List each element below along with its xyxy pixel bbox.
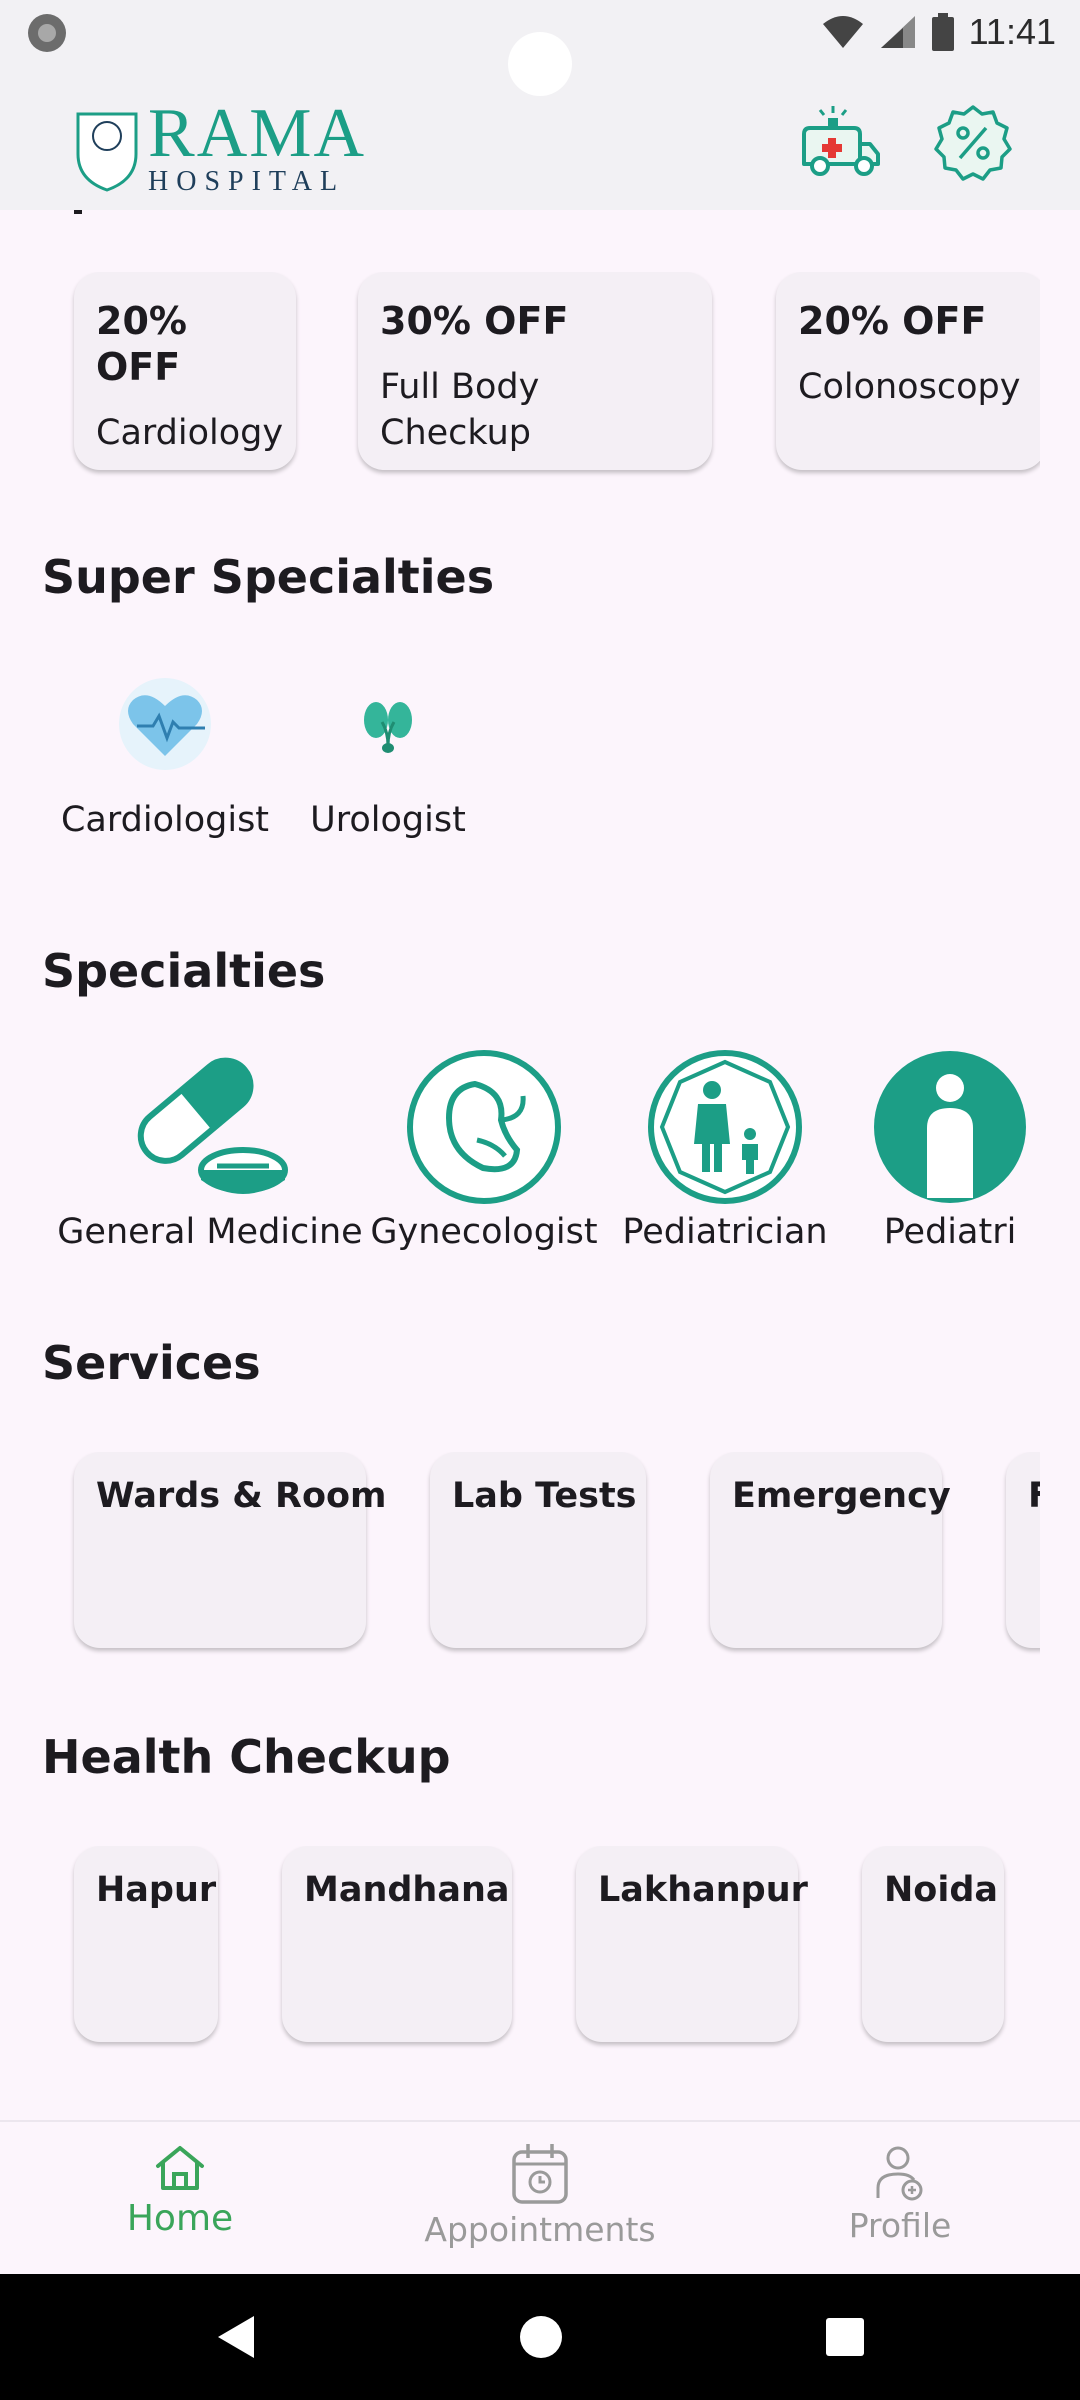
bottom-navigation: Home Appointments Profile <box>0 2120 1080 2274</box>
pill-icon <box>137 1057 288 1194</box>
back-icon[interactable] <box>212 2312 262 2362</box>
super-specialties-title: Super Specialties <box>42 550 495 604</box>
offer-card[interactable]: 20% OFF Cardiology <box>74 272 296 470</box>
service-label: Wards & Room <box>96 1476 387 1516</box>
doctor-icon <box>874 1051 1026 1203</box>
services-title: Services <box>42 1336 261 1390</box>
health-checkup-card[interactable]: Noida <box>862 1846 1004 2042</box>
specialty-label: Pediatri <box>883 1212 1017 1252</box>
camera-cutout <box>508 32 572 96</box>
specialties-title: Specialties <box>42 944 326 998</box>
service-label: Emergency <box>732 1476 951 1516</box>
nav-appointments[interactable]: Appointments <box>390 2142 690 2249</box>
services-list[interactable]: Wards & Room Lab Tests Emergency F <box>0 1452 1040 1672</box>
recents-icon[interactable] <box>820 2312 870 2362</box>
health-checkup-label: Lakhanpur <box>598 1870 808 1910</box>
offer-card[interactable]: 30% OFF Full Body Checkup <box>358 272 712 470</box>
kidney-icon <box>364 702 412 753</box>
nav-home[interactable]: Home <box>30 2142 330 2239</box>
super-specialty-label: Urologist <box>310 800 466 840</box>
offer-discount: 20% OFF <box>798 299 987 343</box>
specialty-item[interactable]: General Medicine <box>57 1048 363 1252</box>
offer-card[interactable]: 20% OFF Colonoscopy <box>776 272 1040 470</box>
offers-button[interactable] <box>930 100 1016 186</box>
specialty-label: Gynecologist <box>370 1212 598 1252</box>
heart-icon <box>119 678 211 770</box>
logo-subtitle: HOSPITAL <box>148 166 346 197</box>
system-navigation-bar <box>0 2274 1080 2400</box>
nav-profile[interactable]: Profile <box>750 2142 1050 2245</box>
wifi-icon <box>822 16 863 48</box>
specialty-item[interactable]: Pediatrician <box>622 1048 828 1252</box>
home-icon <box>156 2146 204 2190</box>
health-checkup-card[interactable]: Hapur <box>74 1846 218 2042</box>
home-content[interactable]: 20% OFF Cardiology 30% OFF Full Body Che… <box>0 210 1080 2120</box>
clipped-text-fragment <box>74 210 82 214</box>
ambulance-button[interactable] <box>798 100 884 186</box>
hospital-logo[interactable]: RAMA HOSPITAL <box>74 95 367 198</box>
offer-name: Colonoscopy <box>798 367 1021 407</box>
service-label: F <box>1028 1476 1040 1516</box>
offer-discount: 30% OFF <box>380 299 569 343</box>
service-card[interactable]: F <box>1006 1452 1040 1648</box>
super-specialty-label: Cardiologist <box>60 800 270 840</box>
service-card[interactable]: Emergency <box>710 1452 951 1648</box>
health-checkup-card[interactable]: Lakhanpur <box>576 1846 808 2042</box>
ambulance-icon <box>802 106 880 176</box>
signal-icon <box>880 16 915 48</box>
specialty-item[interactable]: Gynecologist <box>368 1048 600 1252</box>
calendar-clock-icon <box>512 2144 568 2204</box>
health-checkup-label: Noida <box>884 1870 999 1910</box>
service-card[interactable]: Lab Tests <box>430 1452 646 1648</box>
health-checkup-card[interactable]: Mandhana <box>282 1846 512 2042</box>
doctor-profile-icon <box>876 2146 923 2201</box>
logo-shield-icon <box>76 112 138 192</box>
health-checkup-list[interactable]: Hapur Mandhana Lakhanpur Noida <box>0 1846 1040 2066</box>
service-card[interactable]: Wards & Room <box>74 1452 387 1648</box>
specialty-label: General Medicine <box>57 1212 363 1252</box>
notification-dot-icon <box>28 14 66 52</box>
battery-icon <box>931 13 954 51</box>
specialties-list[interactable]: General Medicine Gynecologist Pediatrici… <box>0 1048 1040 1278</box>
nav-appointments-label: Appointments <box>424 2210 656 2249</box>
specialty-label: Pediatrician <box>622 1212 828 1252</box>
health-checkup-title: Health Checkup <box>42 1730 451 1784</box>
discount-badge-icon <box>934 105 1012 181</box>
nav-profile-label: Profile <box>848 2206 952 2245</box>
logo-title: RAMA <box>148 95 367 172</box>
status-time: 11:41 <box>968 11 1056 52</box>
offer-name: Cardiology <box>96 413 284 453</box>
home-circle-icon[interactable] <box>516 2312 566 2362</box>
super-specialty-item[interactable]: Cardiologist <box>60 676 270 840</box>
fetus-icon <box>407 1050 561 1204</box>
super-specialties-list[interactable]: Cardiologist Urologist <box>0 676 1040 896</box>
super-specialty-item[interactable]: Urologist <box>306 676 470 840</box>
health-checkup-label: Hapur <box>96 1870 217 1910</box>
service-label: Lab Tests <box>452 1476 637 1516</box>
doctor-child-icon <box>648 1050 802 1204</box>
specialty-item[interactable]: Pediatri <box>850 1048 1040 1252</box>
offers-carousel[interactable]: 20% OFF Cardiology 30% OFF Full Body Che… <box>0 272 1040 492</box>
offer-discount: 20% OFF <box>96 299 187 389</box>
health-checkup-label: Mandhana <box>304 1870 510 1910</box>
offer-name: Full Body Checkup <box>380 367 540 453</box>
status-icons: 11:41 <box>821 8 1056 56</box>
nav-home-label: Home <box>126 2198 234 2239</box>
